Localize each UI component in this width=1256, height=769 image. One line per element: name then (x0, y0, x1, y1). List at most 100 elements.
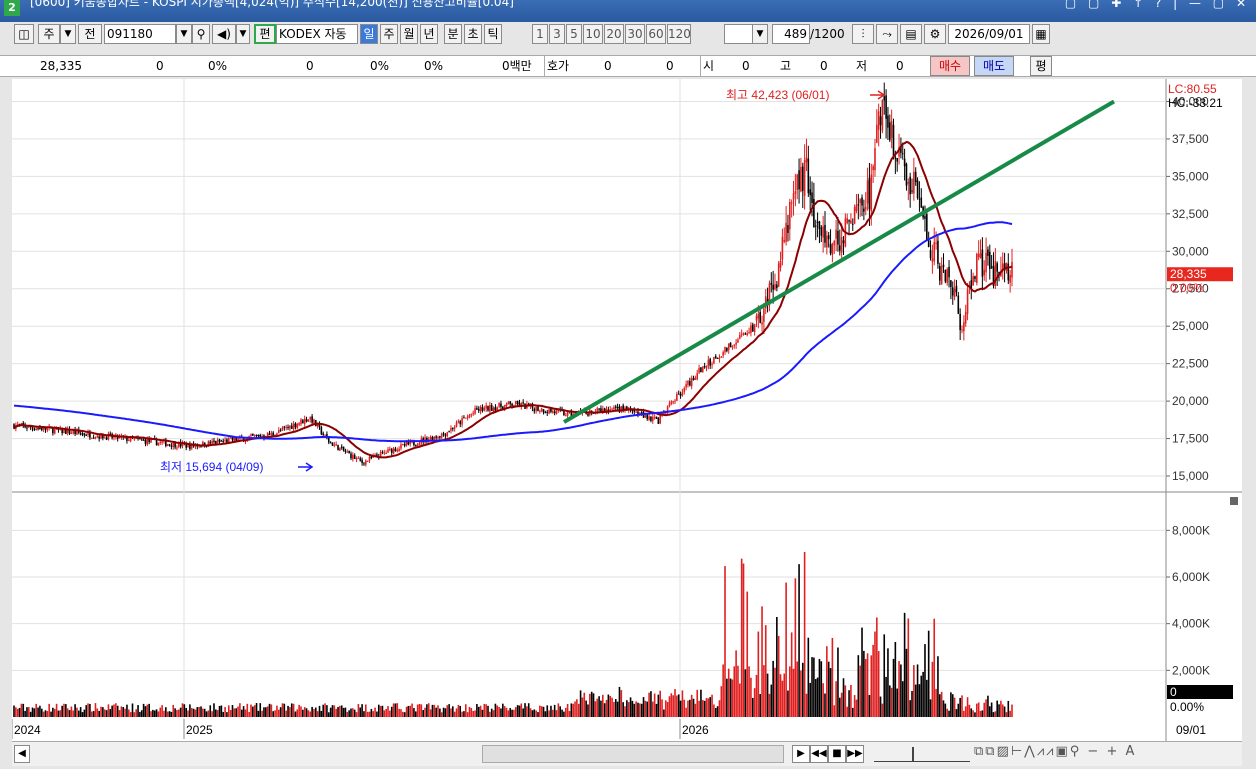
period-type-button[interactable]: 주 (38, 24, 60, 44)
volume-bar (218, 705, 221, 717)
interval-custom-input[interactable] (724, 24, 754, 44)
code-dropdown-icon[interactable]: ▼ (176, 24, 192, 44)
volume-bar (509, 708, 512, 717)
interval-20[interactable]: 20 (604, 24, 624, 44)
volume-bar (196, 707, 199, 717)
volume-bar (661, 699, 663, 717)
candle-body (944, 269, 947, 282)
volume-bar (489, 711, 491, 717)
interval-dropdown-icon[interactable]: ▼ (752, 24, 768, 44)
chart-svg[interactable]: 40,00037,50035,00032,50030,00027,50025,0… (12, 79, 1242, 719)
candle-type-icon[interactable]: ⫶ (852, 24, 874, 44)
candle-body (564, 415, 567, 417)
gear-icon[interactable]: ⚙ (924, 24, 946, 44)
sell-button[interactable]: 매도 (974, 56, 1014, 76)
quote-price: 28,335 (40, 59, 82, 73)
candle-body (20, 423, 23, 425)
tab-1[interactable]: 주 (380, 24, 398, 44)
stock-name-field[interactable]: KODEX 자동 (276, 24, 358, 44)
volume-bar (666, 701, 669, 717)
overlay-icon[interactable]: ⤳ (876, 24, 898, 44)
candle-body (172, 442, 175, 448)
volume-bar (94, 703, 97, 717)
candle-body (646, 414, 649, 419)
save-icon[interactable]: ▤ (900, 24, 922, 44)
calendar-icon[interactable]: ▦ (1032, 24, 1050, 44)
candle-body (933, 241, 936, 262)
buy-button[interactable]: 매수 (930, 56, 970, 76)
volume-bar (155, 709, 158, 717)
volume-bar (816, 677, 819, 717)
candle-body (835, 229, 837, 239)
scroll-left-icon[interactable]: ◀ (14, 745, 30, 763)
volume-bar (881, 703, 884, 717)
tab-4[interactable]: 분 (444, 24, 462, 44)
candle-body (948, 266, 950, 278)
edit-button[interactable]: 편 (254, 24, 276, 44)
interval-120[interactable]: 120 (667, 24, 691, 44)
speaker-dropdown-icon[interactable]: ▼ (236, 24, 250, 44)
volume-bar (566, 703, 569, 717)
forward-icon[interactable]: ▶▶ (846, 745, 864, 763)
chart-area[interactable]: 40,000 37,500 35,000 32,500 30,000 27,500 25,0… (12, 79, 1242, 719)
open-label: 시 (700, 56, 714, 76)
volume-bar (700, 689, 702, 717)
flat-button[interactable]: 평 (1030, 56, 1052, 76)
volume-bar (959, 697, 961, 717)
interval-10[interactable]: 10 (583, 24, 603, 44)
code-input[interactable]: 091180 (104, 24, 176, 44)
pane-menu-icon[interactable] (1230, 497, 1238, 505)
volume-bar (950, 692, 952, 717)
rewind-icon[interactable]: ◀◀ (810, 745, 828, 763)
candle-body (842, 240, 845, 244)
tab-2[interactable]: 월 (400, 24, 418, 44)
volume-bar (479, 705, 482, 717)
scroll-thumb[interactable] (482, 745, 784, 763)
candle-body (687, 380, 689, 385)
interval-3[interactable]: 3 (549, 24, 565, 44)
volume-bar (929, 699, 932, 717)
volume-bar (103, 709, 106, 717)
play-icon[interactable]: ▶ (792, 745, 810, 763)
interval-1[interactable]: 1 (532, 24, 548, 44)
drawing-tools-icon[interactable]: ⧉⧉▨⊢⋀⩘⩘▣⚲ − + A (974, 744, 1136, 759)
candle-body (964, 312, 967, 324)
tab-3[interactable]: 년 (420, 24, 438, 44)
volume-bar (857, 655, 860, 717)
volume-bar (931, 661, 934, 717)
search-icon[interactable]: ⚲ (192, 24, 210, 44)
count-input[interactable]: 489 (772, 24, 810, 44)
candle-body (648, 416, 650, 420)
stop-icon[interactable]: ■ (828, 745, 846, 763)
volume-bar (146, 704, 149, 717)
candle-body (903, 158, 906, 167)
zoom-slider[interactable] (874, 745, 970, 762)
volume-bar (820, 661, 823, 717)
candle-body (757, 313, 760, 319)
candle-body (403, 444, 406, 446)
candle-body (703, 366, 706, 368)
tab-0[interactable]: 일 (360, 24, 378, 44)
tab-6[interactable]: 틱 (484, 24, 502, 44)
chart-scrollbar[interactable]: ◀ ▶ ◀◀ ■ ▶▶ ⧉⧉▨⊢⋀⩘⩘▣⚲ − + A (12, 741, 1242, 766)
interval-5[interactable]: 5 (566, 24, 582, 44)
candle-body (133, 438, 136, 440)
prev-button[interactable]: 전 (78, 24, 102, 44)
interval-60[interactable]: 60 (646, 24, 666, 44)
candle-body (611, 408, 613, 410)
tab-5[interactable]: 초 (464, 24, 482, 44)
volume-bar (16, 708, 19, 717)
layout-icon[interactable]: ◫ (14, 24, 34, 44)
chevron-down-icon[interactable]: ▼ (60, 24, 76, 44)
volume-bar (46, 711, 49, 717)
volume-bar (972, 710, 974, 717)
interval-30[interactable]: 30 (625, 24, 645, 44)
speaker-icon[interactable]: ◀) (212, 24, 236, 44)
volume-bar (352, 708, 354, 717)
volume-bar (463, 711, 465, 717)
volume-bar (246, 703, 249, 717)
date-input[interactable]: 2026/09/01 (948, 24, 1030, 44)
candle-body (774, 283, 776, 290)
volume-bar (548, 710, 550, 717)
window-controls[interactable]: ▢ ▢ ✚ ↑ ? | — ▢ ✕ (1065, 0, 1250, 12)
